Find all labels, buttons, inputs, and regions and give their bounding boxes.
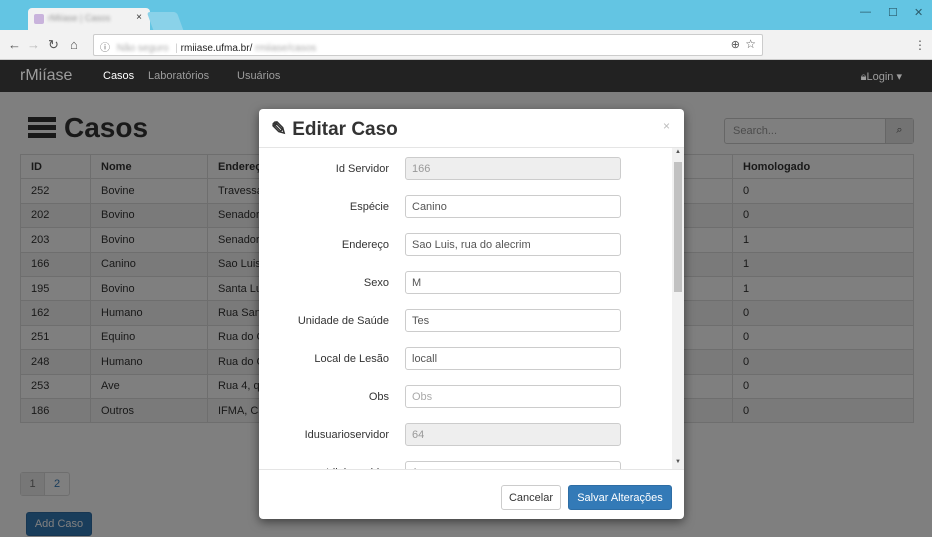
modal-scrollbar[interactable]: ▲ ▼ [672,148,684,469]
form-input[interactable]: Obs [405,385,621,408]
cancel-button[interactable]: Cancelar [501,485,561,510]
url-separator: | [175,43,178,54]
minimize-icon[interactable]: — [860,6,871,18]
form-row: Unidade de Saúde Tes [259,309,669,333]
form-row: Sexo M [259,271,669,295]
nav-casos[interactable]: Casos [103,70,134,82]
modal-title: ✎ Editar Caso [271,118,398,141]
scroll-up-icon[interactable]: ▲ [675,149,681,155]
url-input[interactable]: ⓘ Não seguro | rmiiase.ufma.br/ rmiiase/… [93,34,763,56]
form-input[interactable]: Canino [405,195,621,218]
scrollbar-thumb[interactable] [674,162,682,292]
bookmark-star-icon[interactable]: ☆ [745,37,756,51]
form-row: Local de Lesão locall [259,347,669,371]
form-input[interactable]: Sao Luis, rua do alecrim [405,233,621,256]
browser-tabstrip: rMiíase | Casos × — ☐ ✕ [0,0,932,30]
form-label: Sexo [363,277,389,289]
address-bar: ← → ↻ ⌂ ⓘ Não seguro | rmiiase.ufma.br/ … [0,30,932,60]
info-icon[interactable]: ⓘ [100,43,110,54]
caret-down-icon: ▾ [896,71,902,83]
form-label: Local de Lesão [314,353,389,365]
zoom-icon[interactable]: ⊕ [731,38,740,51]
url-path: rmiiase/casos [255,43,317,54]
security-status: Não seguro [116,43,169,54]
window-close-icon[interactable]: ✕ [914,6,923,19]
maximize-icon[interactable]: ☐ [888,6,898,19]
modal-body: Id Servidor 166 Espécie Canino Endereço Sao L… [259,149,684,469]
form-row: Obs Obs [259,385,669,409]
form-row: Idusuarioservidor 64 [259,423,669,447]
forward-icon[interactable]: → [27,37,40,52]
edit-icon: ✎ [271,119,287,140]
new-tab-button[interactable] [146,12,184,30]
form-label: Endereço [341,239,389,251]
form-label: Idusuarioservidor [304,429,389,441]
edit-case-modal: ✎ Editar Caso × Id Servidor 166 Espécie Can… [259,109,684,519]
favicon-icon [34,14,44,24]
save-changes-button[interactable]: Salvar Alterações [568,485,672,510]
brand-logo[interactable]: rMiíase [20,67,72,85]
login-dropdown[interactable]: 🔒︎Login ▾ [861,70,902,84]
modal-footer: Cancelar Salvar Alterações [259,469,684,519]
app-navbar: rMiíase Casos Laboratórios Usuários 🔒︎Lo… [0,60,932,92]
form-input[interactable]: 1 [405,461,621,469]
form-input[interactable]: Tes [405,309,621,332]
tab-title: rMiíase | Casos [48,13,111,23]
form-input[interactable]: locall [405,347,621,370]
form-row: Id Servidor 166 [259,157,669,181]
form-input[interactable]: M [405,271,621,294]
browser-tab[interactable]: rMiíase | Casos × [28,8,150,30]
tab-close-icon[interactable]: × [136,12,142,23]
form-row: Espécie Canino [259,195,669,219]
form-row: Idlabservidor1 [259,461,669,469]
nav-laboratorios[interactable]: Laboratórios [148,70,209,82]
scroll-down-icon[interactable]: ▼ [675,459,681,465]
reload-icon[interactable]: ↻ [48,37,59,53]
form-input[interactable]: 64 [405,423,621,446]
login-label: Login [866,71,894,83]
back-icon[interactable]: ← [8,37,21,52]
form-label: Espécie [349,201,389,213]
form-row: Endereço Sao Luis, rua do alecrim [259,233,669,257]
close-icon[interactable]: × [663,119,670,133]
url-host: rmiiase.ufma.br/ [180,43,253,54]
form-input[interactable]: 166 [405,157,621,180]
modal-header: ✎ Editar Caso × [259,109,684,148]
browser-menu-icon[interactable]: ⋮ [914,38,926,52]
form-label: Id Servidor [335,163,389,175]
modal-title-text: Editar Caso [292,119,398,140]
home-icon[interactable]: ⌂ [70,37,78,52]
nav-usuarios[interactable]: Usuários [237,70,280,82]
form-label: Obs [368,391,389,403]
form-label: Unidade de Saúde [297,315,389,327]
